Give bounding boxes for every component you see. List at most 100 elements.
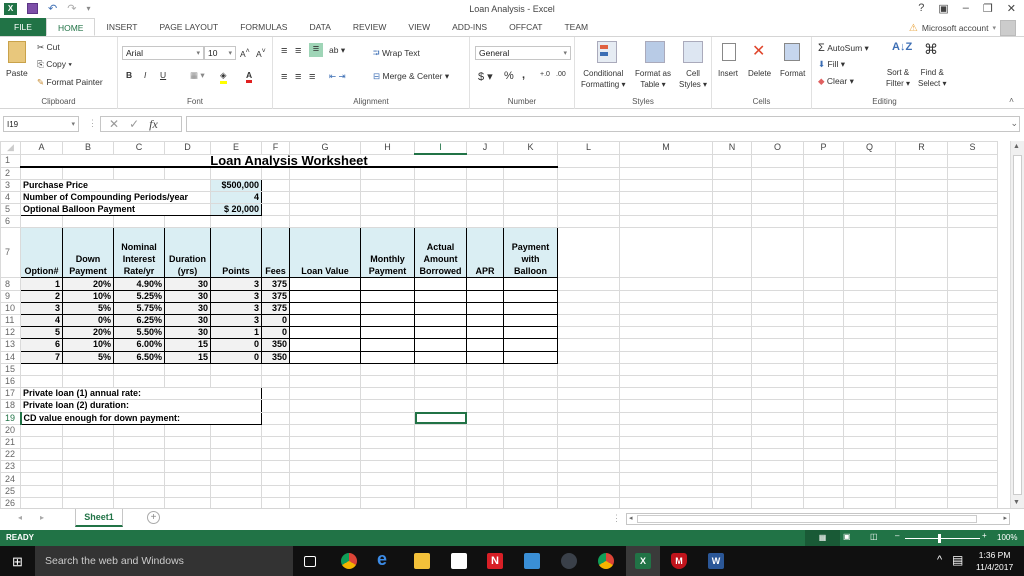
cell-P6[interactable]: [803, 215, 844, 229]
table-cell[interactable]: 0: [261, 326, 290, 340]
cell-N17[interactable]: [712, 387, 752, 401]
cell-B15[interactable]: [62, 362, 114, 376]
cell-P2[interactable]: [803, 166, 844, 180]
cell-K2[interactable]: [503, 166, 558, 180]
cell-P18[interactable]: [803, 399, 844, 413]
cell-A6[interactable]: [20, 215, 63, 229]
show-hidden-icons[interactable]: ^: [937, 554, 942, 566]
cell-Q4[interactable]: [843, 190, 896, 205]
cell-H22[interactable]: [360, 448, 415, 462]
orientation-icon[interactable]: ab ▾: [329, 45, 345, 56]
app-icon[interactable]: [561, 553, 577, 569]
cell-K6[interactable]: [503, 215, 558, 229]
tab-data[interactable]: DATA: [298, 18, 341, 36]
tab-insert[interactable]: INSERT: [95, 18, 148, 36]
tab-split-handle[interactable]: ⋮: [612, 513, 621, 524]
cell-J16[interactable]: [466, 374, 504, 389]
cell-A25[interactable]: [20, 484, 63, 498]
copy-button[interactable]: ⎘ Copy ▾: [37, 59, 72, 70]
cell-K16[interactable]: [503, 374, 558, 389]
cell-L11[interactable]: [557, 313, 620, 328]
cell-M12[interactable]: [619, 326, 713, 340]
cell-styles-button[interactable]: Cell Styles ▾: [679, 68, 707, 90]
cell-P9[interactable]: [803, 289, 844, 303]
cell-B21[interactable]: [62, 435, 114, 450]
row-header-21[interactable]: 21: [0, 435, 21, 450]
col-header-D[interactable]: D: [164, 141, 211, 155]
row-header-26[interactable]: 26: [0, 496, 21, 508]
cell-F15[interactable]: [261, 362, 290, 376]
cell-K19[interactable]: [503, 411, 558, 425]
cell-D16[interactable]: [164, 374, 211, 389]
expand-formula-bar-icon[interactable]: ⌄: [1010, 118, 1018, 129]
cell-N3[interactable]: [712, 178, 752, 192]
cell-I23[interactable]: [414, 460, 467, 474]
table-cell[interactable]: 10%: [62, 338, 114, 352]
cell-J19[interactable]: [466, 411, 504, 425]
table-cell[interactable]: 0%: [62, 313, 114, 328]
cell-G24[interactable]: [289, 472, 361, 486]
scroll-right-icon[interactable]: ▸: [1003, 514, 1007, 522]
italic-button[interactable]: I: [144, 70, 146, 80]
table-cell[interactable]: 30: [164, 289, 211, 303]
cell-R18[interactable]: [895, 399, 948, 413]
cell-Q14[interactable]: [843, 350, 896, 364]
collapse-ribbon-icon[interactable]: ˄: [1009, 95, 1014, 105]
col-header-M[interactable]: M: [619, 141, 713, 155]
cell-J17[interactable]: [466, 387, 504, 401]
table-cell[interactable]: 375: [261, 277, 290, 291]
cell-F5[interactable]: [261, 203, 290, 217]
table-cell[interactable]: 7: [20, 350, 63, 364]
col-header-P[interactable]: P: [803, 141, 844, 155]
cell-P24[interactable]: [803, 472, 844, 486]
table-cell-empty[interactable]: [414, 289, 467, 303]
cell-A16[interactable]: [20, 374, 63, 389]
cell-O4[interactable]: [751, 190, 804, 205]
cell-H2[interactable]: [360, 166, 415, 180]
cell-O2[interactable]: [751, 166, 804, 180]
input-label[interactable]: Optional Balloon Payment: [20, 203, 211, 217]
cell-N8[interactable]: [712, 277, 752, 291]
row-header-25[interactable]: 25: [0, 484, 21, 498]
cell-G16[interactable]: [289, 374, 361, 389]
cell-Q26[interactable]: [843, 496, 896, 508]
cell-N18[interactable]: [712, 399, 752, 413]
table-cell[interactable]: 4.90%: [113, 277, 165, 291]
row-header-1[interactable]: 1: [0, 153, 21, 168]
scroll-up-icon[interactable]: ▲: [1013, 143, 1020, 150]
zoom-out-button[interactable]: –: [895, 531, 899, 540]
cell-Q3[interactable]: [843, 178, 896, 192]
cell-R7[interactable]: [895, 227, 948, 279]
cell-H17[interactable]: [360, 387, 415, 401]
col-header-A[interactable]: A: [20, 141, 63, 155]
cell-C23[interactable]: [113, 460, 165, 474]
cell-F3[interactable]: [261, 178, 290, 192]
cell-S8[interactable]: [947, 277, 998, 291]
table-cell[interactable]: 5.50%: [113, 326, 165, 340]
cell-C26[interactable]: [113, 496, 165, 508]
cell-E20[interactable]: [210, 423, 262, 437]
table-cell-empty[interactable]: [503, 301, 558, 316]
row-header-7[interactable]: 7: [0, 227, 21, 279]
cell-R26[interactable]: [895, 496, 948, 508]
increase-font-icon[interactable]: A˄: [240, 47, 250, 59]
input-label[interactable]: Number of Compounding Periods/year: [20, 190, 211, 205]
cell-H5[interactable]: [360, 203, 415, 217]
cell-O7[interactable]: [751, 227, 804, 279]
cell-P10[interactable]: [803, 301, 844, 316]
cell-P16[interactable]: [803, 374, 844, 389]
table-cell-empty[interactable]: [466, 350, 504, 364]
cell-Q13[interactable]: [843, 338, 896, 352]
col-header-H[interactable]: H: [360, 141, 415, 155]
cell-N2[interactable]: [712, 166, 752, 180]
horizontal-scroll-thumb[interactable]: [637, 515, 977, 523]
cell-M7[interactable]: [619, 227, 713, 279]
cell-G20[interactable]: [289, 423, 361, 437]
cell-M15[interactable]: [619, 362, 713, 376]
cell-P21[interactable]: [803, 435, 844, 450]
cell-O16[interactable]: [751, 374, 804, 389]
middle-align-icon[interactable]: ≡: [295, 45, 301, 57]
font-name-dropdown[interactable]: Arial ▾: [122, 46, 204, 60]
table-cell[interactable]: 2: [20, 289, 63, 303]
row-header-12[interactable]: 12: [0, 326, 21, 340]
